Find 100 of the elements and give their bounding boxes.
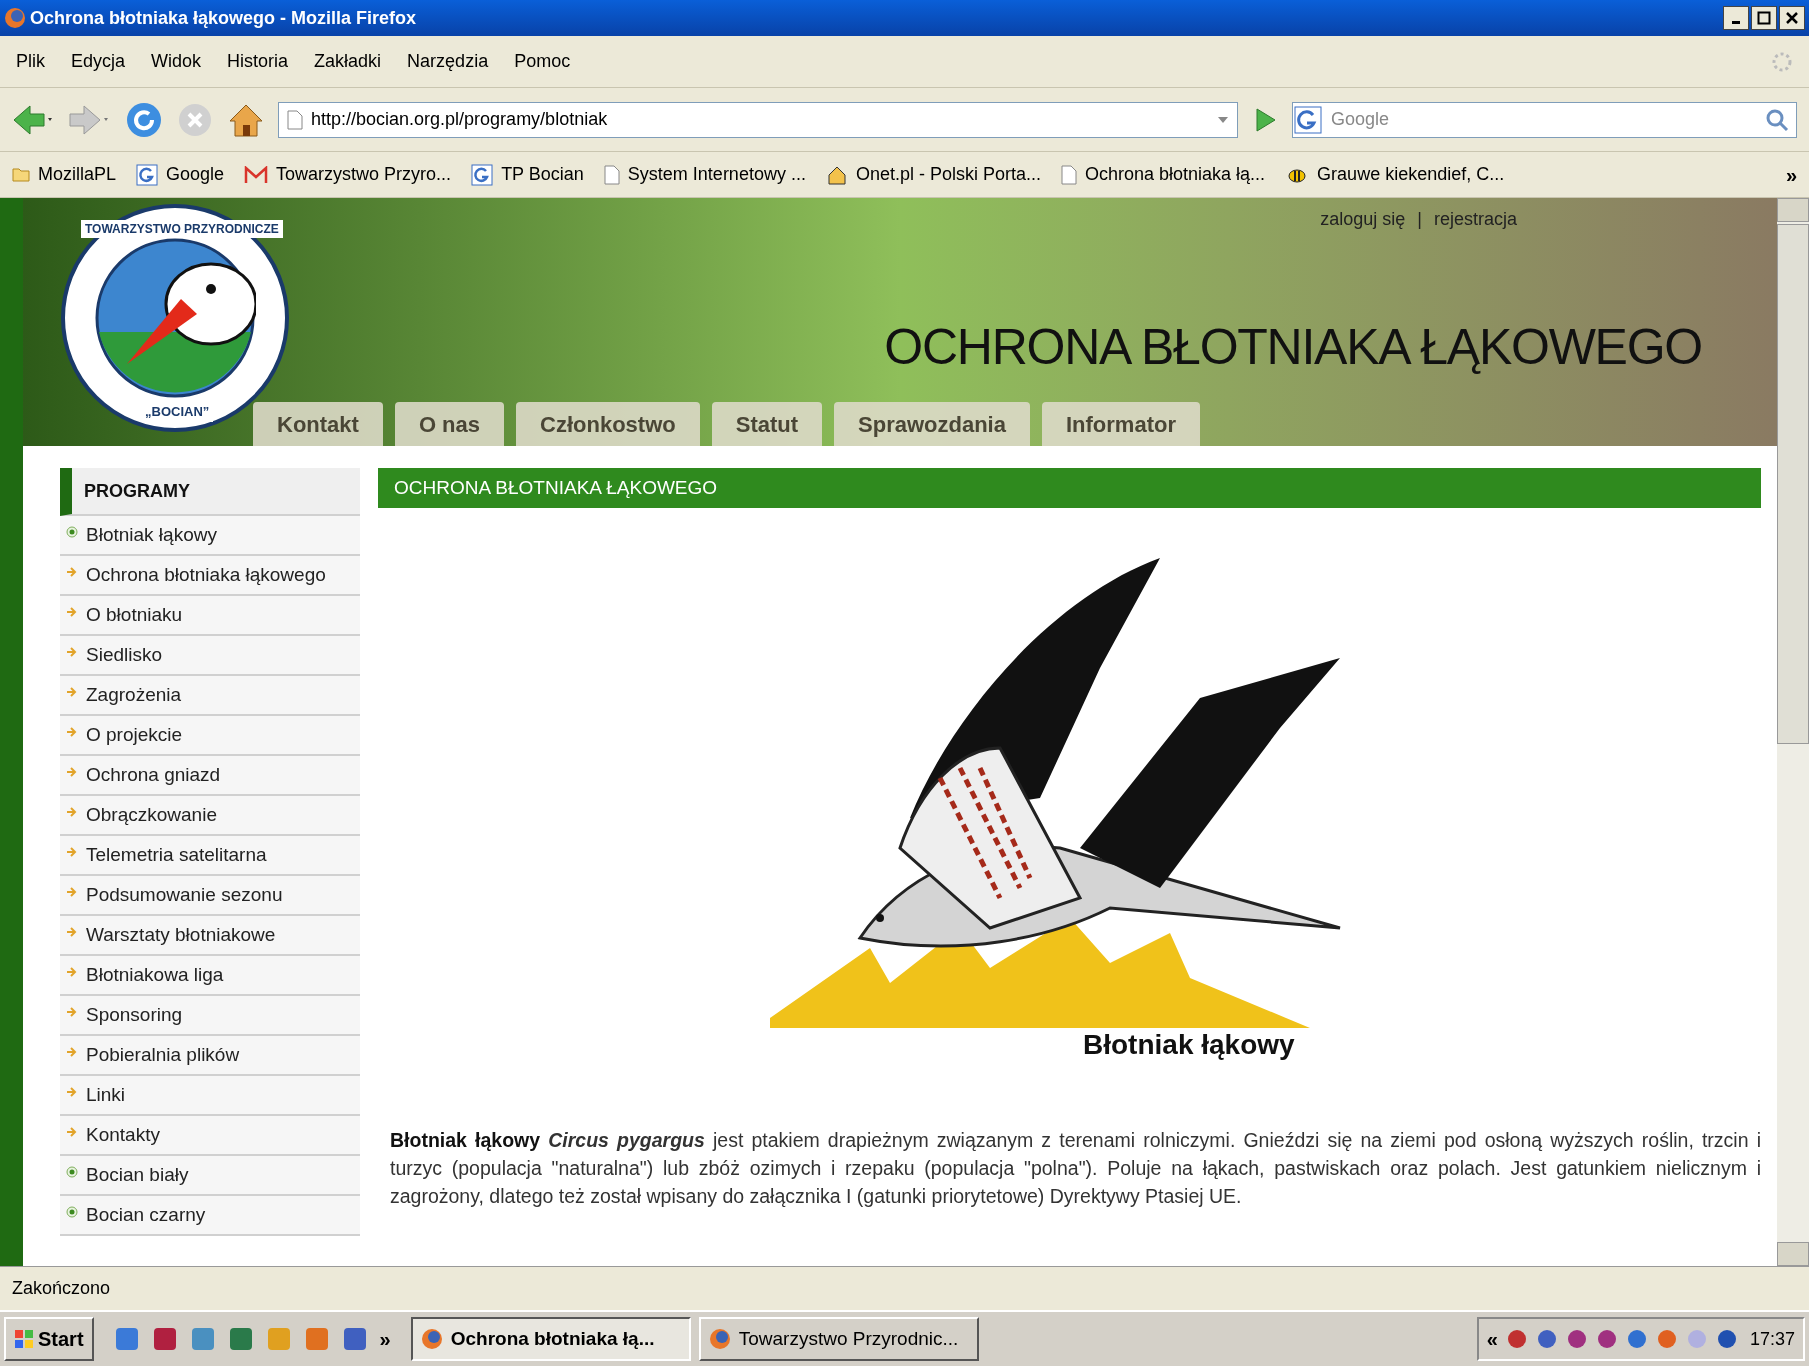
taskbar-button[interactable]: Ochrona błotniaka łą... (410, 1317, 691, 1361)
maximize-button[interactable] (1751, 6, 1777, 30)
arrow-bullet-icon (66, 1006, 78, 1018)
search-input[interactable]: Google (1323, 106, 1762, 133)
bookmark-link[interactable]: MozillaPL (38, 161, 117, 188)
nav-tab[interactable]: Statut (711, 402, 823, 446)
arrow-bullet-icon (66, 726, 78, 738)
nav-tab[interactable]: O nas (394, 402, 505, 446)
login-link[interactable]: zaloguj się (1320, 206, 1406, 233)
tray-icon (1595, 1328, 1618, 1350)
dot-bullet-icon (66, 1166, 78, 1178)
sidebar-item[interactable]: Błotniak łąkowy (60, 516, 360, 556)
dropdown-arrow-icon[interactable] (1217, 114, 1229, 125)
more-button[interactable]: » (379, 1324, 391, 1354)
status-text: Zakończono (12, 1277, 111, 1300)
register-link[interactable]: rejestracja (1433, 206, 1517, 233)
logo-top-text: TOWARZYSTWO PRZYRODNICZE (81, 220, 283, 238)
url-input[interactable]: http://bocian.org.pl/programy/blotniak (311, 106, 1209, 133)
section-heading: OCHRONA BŁOTNIAKA ŁĄKOWEGO (378, 468, 1761, 508)
arrow-bullet-icon (66, 646, 78, 658)
bookmark-link[interactable]: Google (166, 161, 225, 188)
sidebar-item[interactable]: Ochrona błotniaka łąkowego (60, 556, 360, 596)
quick-launch-icon[interactable] (341, 1326, 368, 1352)
window-title: Ochrona błotniaka łąkowego - Mozilla Firefox (30, 6, 417, 30)
quick-launch-icon[interactable] (151, 1326, 178, 1352)
menu-item[interactable]: Edycja (71, 48, 126, 75)
sidebar-item[interactable]: Bocian czarny (60, 1196, 360, 1236)
sidebar-item[interactable]: Kontakty (60, 1116, 360, 1156)
arrow-bullet-icon (66, 1086, 78, 1098)
site-title: OCHRONA BŁOTNIAKA ŁĄKOWEGO (884, 318, 1702, 377)
m-letter-icon (244, 165, 269, 184)
nav-tab[interactable]: Informator (1041, 402, 1200, 446)
close-icon (1785, 11, 1799, 25)
sidebar-item[interactable]: O błotniaku (60, 596, 360, 636)
windows-logo-icon (14, 1329, 34, 1349)
arrow-bullet-icon (66, 566, 78, 578)
intro-paragraph: Błotniak łąkowy Circus pygargus jest ptakiem drapieżnym związanym z terenami rolniczymi. Gnieździ się na ziemi pod osłoną wyższych roślin, trzcin i turzyc (populacja "naturalna") lub zbóż ozimych i rzepaku (populacja "polna"). Poluje na łąkach, pastwiskach oraz polach. Jest gatunkiem nielicznym i zagrożony, dlatego też został wpisany do załącznika I (gatunki priorytetowe) Dyrektywy Ptasiej UE. (390, 1128, 1761, 1209)
dot-bullet-icon (66, 1206, 78, 1218)
arrow-bullet-icon (66, 1126, 78, 1138)
sidebar-item[interactable]: Obrączkowanie (60, 796, 360, 836)
minimize-icon (1732, 20, 1740, 24)
arrow-bullet-icon (66, 926, 78, 938)
tray-icon (1625, 1328, 1648, 1350)
sidebar-item[interactable]: Warsztaty błotniakowe (60, 916, 360, 956)
quick-launch-icon[interactable] (113, 1326, 140, 1352)
sidebar-item[interactable]: O projekcie (60, 716, 360, 756)
menu-item[interactable]: Zakładki (314, 48, 382, 75)
tray-icon (1655, 1328, 1678, 1350)
scrollbar[interactable] (1777, 198, 1809, 1266)
nav-tab[interactable]: Członkostwo (516, 402, 700, 446)
quick-launch-icon[interactable] (303, 1326, 330, 1352)
sidebar-item[interactable]: Podsumowanie sezonu (60, 876, 360, 916)
arrow-bullet-icon (66, 966, 78, 978)
menu-item[interactable]: Narzędzia (407, 48, 489, 75)
maximize-icon (1757, 11, 1771, 25)
illustration-caption: Błotniak łąkowy (1083, 1028, 1295, 1062)
g-letter-icon (1293, 104, 1323, 135)
sidebar-item[interactable]: Zagrożenia (60, 676, 360, 716)
taskbar-button[interactable]: Towarzystwo Przyrodnic... (698, 1317, 979, 1361)
page-icon (603, 164, 620, 185)
g-letter-icon (136, 163, 159, 186)
tray-icon (1535, 1328, 1558, 1350)
sidebar-item[interactable]: Ochrona gniazd (60, 756, 360, 796)
sidebar-item[interactable]: Pobieralnia plików (60, 1036, 360, 1076)
browser-logo-icon (420, 1328, 443, 1350)
bookmark-link[interactable]: Towarzystwo Przyro... (276, 161, 452, 188)
quick-launch-icon[interactable] (189, 1326, 216, 1352)
page-icon (287, 109, 303, 130)
page-icon (1061, 164, 1077, 185)
browser-logo-icon (708, 1328, 731, 1350)
nav-tab[interactable]: Sprawozdania (834, 402, 1030, 446)
sidebar-item[interactable]: Błotniakowa liga (60, 956, 360, 996)
start-button[interactable]: Start (4, 1317, 94, 1361)
bookmark-link[interactable]: TP Bocian (501, 161, 584, 188)
arrow-bullet-icon (66, 846, 78, 858)
close-button[interactable] (1779, 6, 1805, 30)
search-field[interactable]: Google (1292, 101, 1797, 138)
menu-item[interactable]: Pomoc (514, 48, 571, 75)
sidebar-item[interactable]: Sponsoring (60, 996, 360, 1036)
tray-expand-button[interactable]: « (1486, 1324, 1498, 1354)
address-field[interactable]: http://bocian.org.pl/programy/blotniak (278, 101, 1238, 138)
bookmark-link[interactable]: System Internetowy ... (627, 161, 806, 188)
sidebar-item[interactable]: Siedlisko (60, 636, 360, 676)
arrow-bullet-icon (66, 886, 78, 898)
bookmark-link[interactable]: Ochrona błotniaka łą... (1085, 161, 1266, 188)
menu-item[interactable]: Plik (16, 48, 45, 75)
throbber-icon (1771, 50, 1793, 73)
bookmark-link[interactable]: Grauwe kiekendief, C... (1317, 161, 1505, 188)
nav-tab[interactable]: Kontakt (253, 402, 383, 446)
quick-launch-icon[interactable] (227, 1326, 254, 1352)
minimize-button[interactable] (1723, 6, 1749, 30)
sidebar-item[interactable]: Linki (60, 1076, 360, 1116)
folder-icon (12, 167, 30, 182)
menu-item[interactable]: Historia (227, 48, 289, 75)
more-bookmarks-button[interactable]: » (1785, 159, 1797, 190)
sidebar-item[interactable]: Bocian biały (60, 1156, 360, 1196)
sidebar-item[interactable]: Telemetria satelitarna (60, 836, 360, 876)
tray-icon (1565, 1328, 1588, 1350)
bookmark-link[interactable]: Onet.pl - Polski Porta... (855, 161, 1041, 188)
menu-item[interactable]: Widok (151, 48, 202, 75)
